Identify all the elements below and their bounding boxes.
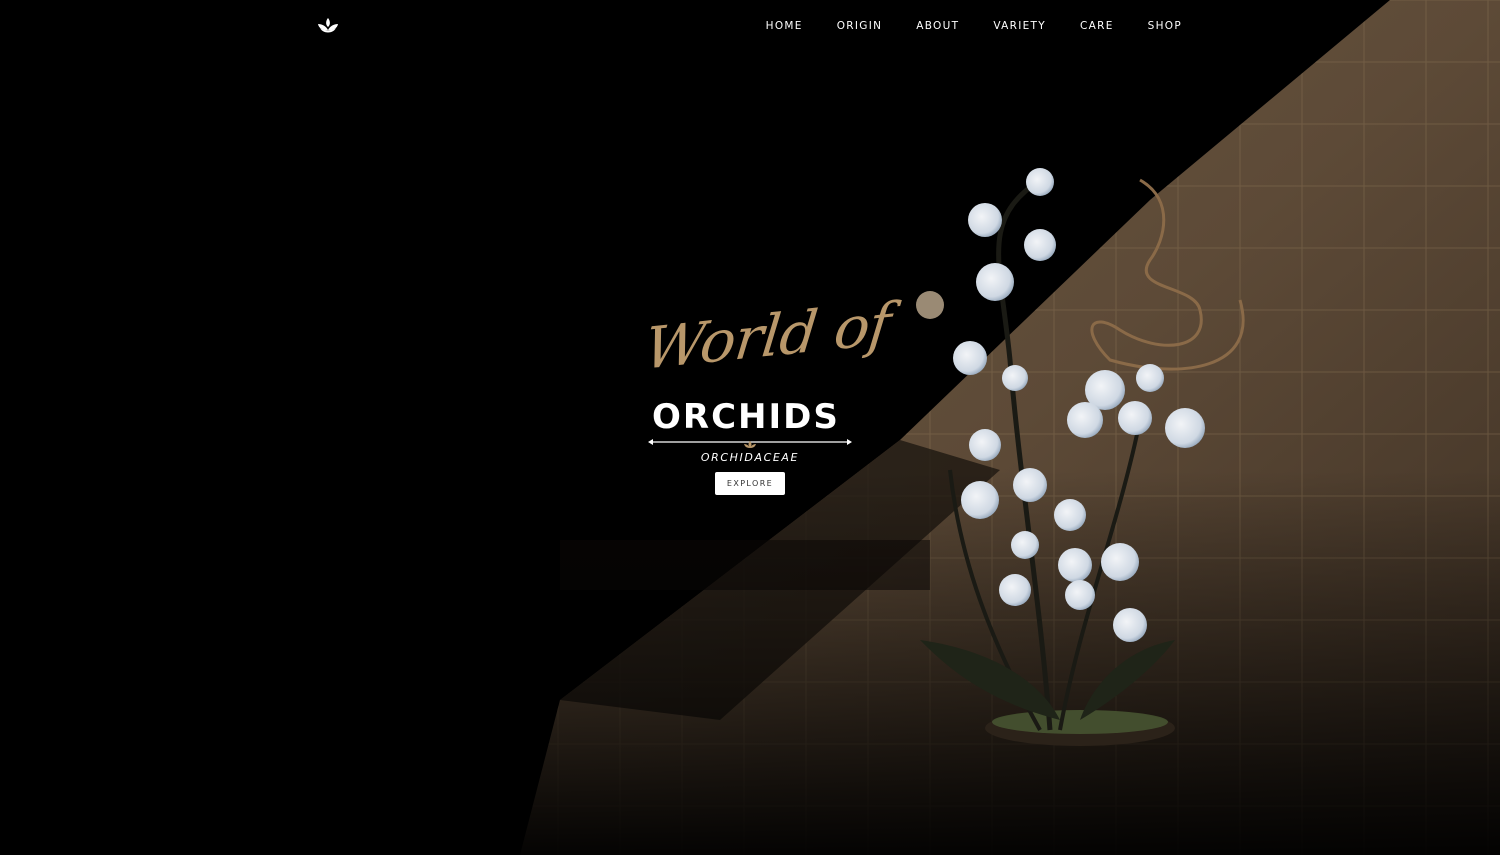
- explore-button[interactable]: EXPLORE: [715, 472, 785, 495]
- main-navigation: HOME ORIGIN ABOUT VARIETY CARE SHOP: [0, 0, 1500, 54]
- nav-item-care[interactable]: CARE: [1080, 20, 1114, 32]
- hero-page: HOME ORIGIN ABOUT VARIETY CARE SHOP Worl…: [0, 0, 1500, 855]
- nav-item-about[interactable]: ABOUT: [916, 20, 959, 32]
- nav-item-shop[interactable]: SHOP: [1148, 20, 1182, 32]
- main-title: ORCHIDS: [652, 397, 840, 437]
- subtitle: ORCHIDACEAE: [700, 451, 800, 464]
- nav-item-origin[interactable]: ORIGIN: [837, 20, 883, 32]
- nav-menu: HOME ORIGIN ABOUT VARIETY CARE SHOP: [732, 20, 1182, 32]
- hero-title-block: World of ORCHIDS ORCHIDACEAE EXPLORE: [640, 290, 893, 500]
- ornamental-divider: [648, 439, 852, 448]
- nav-item-variety[interactable]: VARIETY: [993, 20, 1046, 32]
- lotus-icon[interactable]: [316, 15, 340, 37]
- nav-item-home[interactable]: HOME: [766, 20, 803, 32]
